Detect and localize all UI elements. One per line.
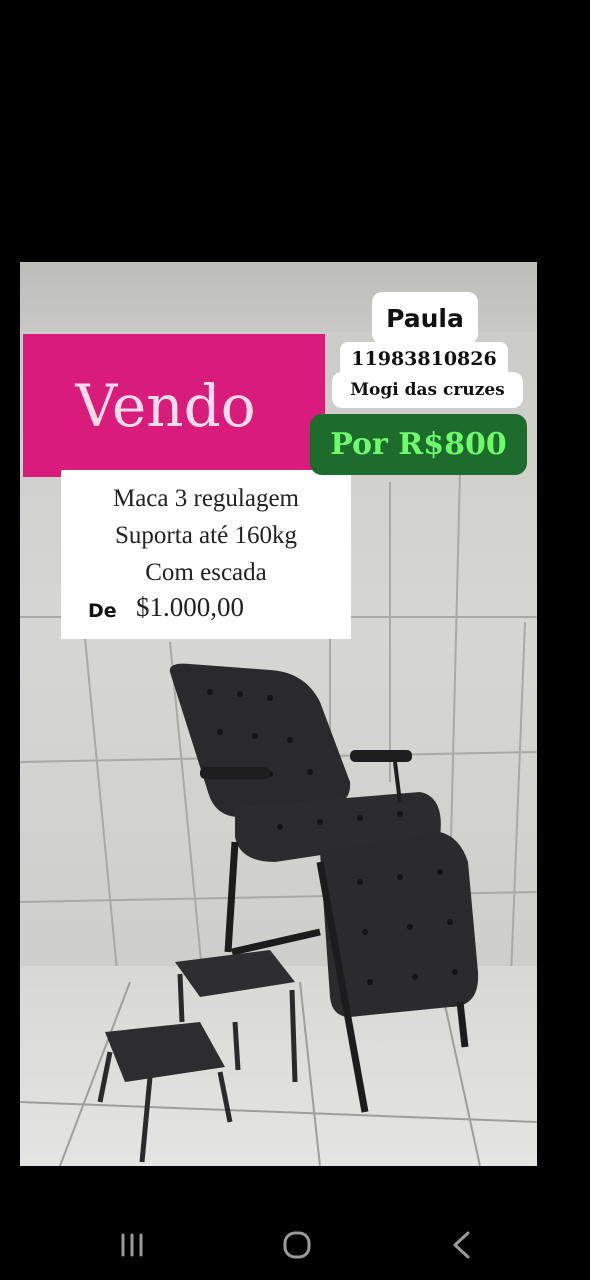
description-line-2: Suporta até 160kg [115, 522, 297, 549]
home-button[interactable] [267, 1225, 327, 1265]
headline-text: Vendo [75, 371, 256, 440]
back-icon [453, 1231, 470, 1259]
old-price-label: De [88, 600, 117, 622]
back-button[interactable] [432, 1225, 492, 1265]
description-line-3: Com escada [145, 559, 267, 586]
recent-apps-icon [121, 1233, 143, 1257]
old-price: $1.000,00 [136, 592, 244, 622]
description-line-1: Maca 3 regulagem [112, 485, 300, 512]
recent-apps-button[interactable] [102, 1225, 162, 1265]
contact-name: Paula [372, 292, 478, 344]
home-icon [283, 1231, 311, 1259]
promo-price-badge: Por R$800 [310, 414, 527, 475]
contact-city: Mogi das cruzes [332, 372, 523, 408]
contact-phone: 11983810826 [340, 342, 508, 376]
